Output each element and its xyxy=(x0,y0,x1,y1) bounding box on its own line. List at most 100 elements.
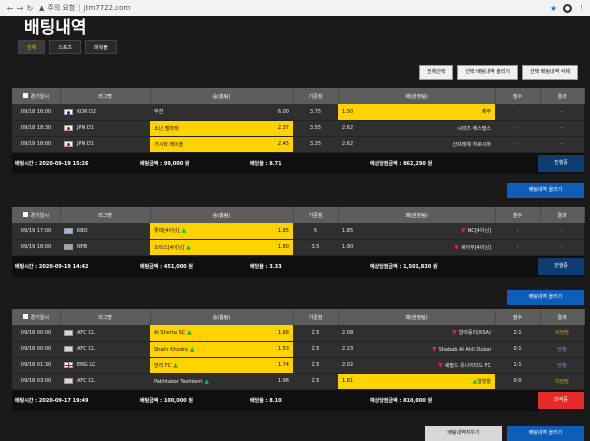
tab-all[interactable]: 전체 xyxy=(18,40,46,54)
score: 2:1 xyxy=(495,325,540,342)
away-team-cell[interactable]: 2.02 ▼ 셰필드 유나이티드 FC xyxy=(338,357,495,374)
status-badge: 진행중 xyxy=(538,154,584,172)
table-header: 리그명 xyxy=(60,88,151,104)
league-flag-icon xyxy=(64,227,73,234)
table-header: 결과 xyxy=(540,309,585,325)
header-datetime: 경기일시 xyxy=(12,88,61,104)
table-header: 점수 xyxy=(495,207,541,223)
expected-amount: 예상당첨금액 : 862,290 원 xyxy=(370,160,433,167)
league-name: JPN D1 xyxy=(77,125,94,131)
home-team-cell[interactable]: 가시와 레이솔 2.45 xyxy=(150,136,293,153)
select-all-button[interactable]: 전체선택 xyxy=(419,65,454,80)
home-team-cell[interactable]: 부천 6.00 xyxy=(150,104,293,121)
back-arrow-icon[interactable]: ← xyxy=(5,4,15,13)
bet-time: 배팅시간 : 2020-09-17 19:49 xyxy=(15,397,89,404)
league-name: NPB xyxy=(77,244,88,250)
away-team-cell[interactable]: 2.62 시미즈 에스펄스 xyxy=(338,120,495,137)
table-header: 기준점 xyxy=(293,88,339,104)
away-team-cell[interactable]: 1.85 ▼ NC[4이닝] xyxy=(338,223,495,240)
league-flag-icon xyxy=(64,362,74,369)
bet-odds: 배당율 : 3.33 xyxy=(250,263,282,270)
menu-icon[interactable]: ⋮ xyxy=(578,4,585,12)
status-badge: 진행중 xyxy=(538,257,584,275)
league-name: ENG LC xyxy=(77,362,96,368)
home-team-name: Shahr Khodro xyxy=(154,346,188,353)
away-team-name: 셰필드 유나이티드 FC xyxy=(444,362,491,369)
score: 1:1 xyxy=(495,357,540,374)
league-flag-icon xyxy=(64,108,73,115)
tab-powerball[interactable]: 파워볼 xyxy=(85,40,117,54)
score: : xyxy=(495,136,540,153)
bet-time: 배팅시간 : 2020-09-19 15:26 xyxy=(15,160,89,167)
home-odds: 2.37 xyxy=(277,125,289,131)
table-row: 09/18 01:30 ENG LC 번리 FC ▲ 1.74 2.5 2.02 ▼ 셰… xyxy=(12,357,584,374)
home-team-cell[interactable]: Pakhtakor Tashkent ▲ 1.96 xyxy=(150,373,293,390)
table-row: 09/18 18:30 JPN D1 소난 벨마레 2.37 3.55 2.62 시… xyxy=(12,120,584,137)
delete-selected-button[interactable]: 선택 배팅내역 삭제 xyxy=(522,65,578,80)
table-header: 패(원정팀) xyxy=(338,309,496,325)
bet-summary: 배팅시간 : 2020-09-17 19:49 배팅금액 : 100,000 원… xyxy=(12,389,584,411)
forward-arrow-icon[interactable]: → xyxy=(15,4,25,13)
table-row: 09/19 18:00 NPB 오릭스[4이닝] ▲ 1.80 3.5 1.90 ▼ 세… xyxy=(12,239,584,256)
bet-checkbox[interactable] xyxy=(22,313,28,319)
league-cell: AFC CL xyxy=(60,325,150,342)
bet-amount: 배팅금액 : 99,000 원 xyxy=(140,160,190,167)
away-team-cell[interactable]: 1.81 ▲알힐랄 xyxy=(338,373,495,390)
bookmark-star-icon[interactable]: ★ xyxy=(550,4,557,13)
base-value: 3.5 xyxy=(293,239,338,256)
home-team-name: 가시와 레이솔 xyxy=(154,141,184,148)
upload-bet-button[interactable]: 배팅내역 올리기 xyxy=(507,183,584,198)
header-datetime: 경기일시 xyxy=(12,207,61,223)
away-team-cell[interactable]: 2.23 ▼ Shabab Al Ahli Dubai xyxy=(338,341,495,358)
league-flag-icon xyxy=(64,346,73,352)
match-datetime: 09/18 00:00 xyxy=(12,341,60,358)
home-team-name: 번리 FC xyxy=(154,362,172,369)
clear-bet-button[interactable]: 배팅내역지우기 xyxy=(425,426,502,441)
home-team-cell[interactable]: 소난 벨마레 2.37 xyxy=(150,120,293,137)
header-datetime: 경기일시 xyxy=(12,309,61,325)
upload-bet-button[interactable]: 배팅내역 올리기 xyxy=(507,426,584,441)
refresh-icon[interactable]: ↻ xyxy=(25,4,35,13)
upload-selected-button[interactable]: 선택 배팅내역 올리기 xyxy=(457,65,519,80)
away-odds: 2.23 xyxy=(342,346,354,352)
bet-time: 배팅시간 : 2020-09-19 14:42 xyxy=(15,263,89,270)
league-cell: KBO xyxy=(60,223,150,240)
tab-sports[interactable]: 스포츠 xyxy=(49,40,82,54)
table-header: 점수 xyxy=(495,309,541,325)
avatar[interactable]: ● xyxy=(563,3,572,13)
away-team-cell[interactable]: 1.50 제주 xyxy=(338,104,495,121)
away-team-name: 시미즈 에스펄스 xyxy=(457,125,491,132)
address-bar[interactable]: ▲ 주의 요함 | jtm7722.com xyxy=(39,3,550,13)
table-header: 점수 xyxy=(495,88,541,104)
result: - xyxy=(540,223,584,240)
bet-checkbox[interactable] xyxy=(22,211,28,217)
home-team-name: Al Shorta SC xyxy=(154,330,186,337)
bet-amount: 배팅금액 : 100,000 원 xyxy=(140,397,193,404)
match-datetime: 09/18 16:00 xyxy=(12,104,60,121)
home-team-cell[interactable]: 오릭스[4이닝] ▲ 1.80 xyxy=(150,239,293,256)
home-odds: 1.74 xyxy=(277,362,289,368)
result: - xyxy=(540,136,584,153)
away-odds: 2.08 xyxy=(342,329,354,336)
bet-slip: 경기일시 리그명 승(홈팀) 기준점 패(원정팀) 점수 결과 09/19 17:00 KB… xyxy=(12,207,585,277)
away-team-cell[interactable]: 2.62 산프레체 히로시마 xyxy=(338,136,495,153)
away-team-cell[interactable]: 1.90 ▼ 세이부[4이닝] xyxy=(338,239,495,256)
match-datetime: 09/18 00:00 xyxy=(12,325,60,342)
up-arrow-icon: ▲ xyxy=(173,361,178,369)
bet-checkbox[interactable] xyxy=(22,92,28,98)
home-team-name: Pakhtakor Tashkent xyxy=(154,378,203,385)
base-value: 3.75 xyxy=(293,104,338,121)
away-team-name: Shabab Al Ahli Dubai xyxy=(438,346,491,353)
bet-summary: 배팅시간 : 2020-09-19 14:42 배팅금액 : 451,000 원… xyxy=(12,255,584,277)
home-team-cell[interactable]: Al Shorta SC ▲ 1.68 xyxy=(150,325,293,342)
status-badge: 미적중 xyxy=(538,391,584,409)
league-name: KBO xyxy=(77,227,88,234)
home-team-cell[interactable]: 번리 FC ▲ 1.74 xyxy=(150,357,293,374)
away-team-cell[interactable]: 2.08 ▼ 알아흘리(KSA) xyxy=(338,325,495,342)
home-team-cell[interactable]: Shahr Khodro ▲ 1.53 xyxy=(150,341,293,358)
upload-bet-button[interactable]: 배팅내역 올리기 xyxy=(507,290,584,305)
address-separator: | xyxy=(78,4,81,12)
bet-amount: 배팅금액 : 451,000 원 xyxy=(140,263,193,270)
home-team-cell[interactable]: 롯데[4이닝] ▲ 1.85 xyxy=(150,223,293,240)
base-value: 2.5 xyxy=(293,373,338,390)
